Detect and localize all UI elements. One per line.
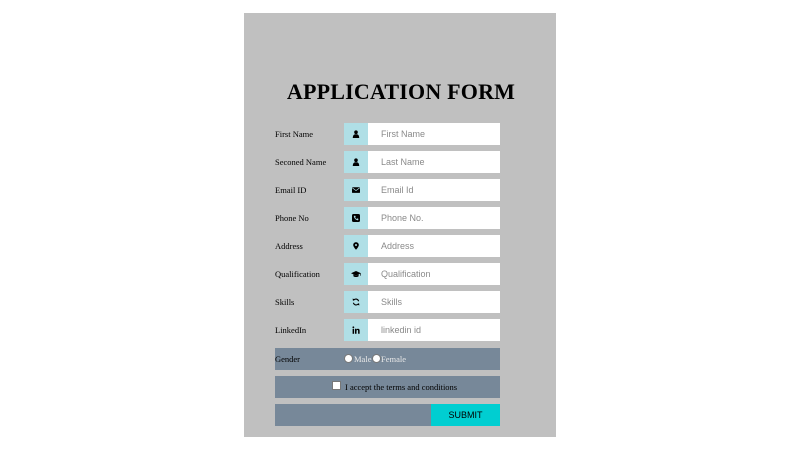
skills-input[interactable]: [368, 291, 500, 313]
user-icon: [344, 123, 368, 145]
second-name-label: Seconed Name: [275, 157, 327, 167]
refresh-icon: [344, 291, 368, 313]
submit-button[interactable]: SUBMIT: [431, 404, 500, 426]
first-name-input[interactable]: [368, 123, 500, 145]
phone-input[interactable]: [368, 207, 500, 229]
envelope-icon: [344, 179, 368, 201]
linkedin-row: LinkedIn: [275, 319, 500, 341]
qualification-input[interactable]: [368, 263, 500, 285]
graduation-cap-icon: [344, 263, 368, 285]
skills-label: Skills: [275, 297, 295, 307]
phone-row: Phone No: [275, 207, 500, 229]
first-name-row: First Name: [275, 123, 500, 145]
linkedin-label: LinkedIn: [275, 325, 307, 335]
linkedin-icon: [344, 319, 368, 341]
gender-male-radio[interactable]: [344, 354, 353, 363]
qualification-label: Qualification: [275, 269, 320, 279]
email-row: Email ID: [275, 179, 500, 201]
gender-female-label[interactable]: Female: [381, 348, 406, 370]
phone-icon: [344, 207, 368, 229]
submit-bar: SUBMIT: [275, 404, 500, 426]
form-title: APPLICATION FORM: [286, 79, 516, 104]
gender-label: Gender: [275, 354, 301, 364]
terms-checkbox[interactable]: [332, 381, 341, 390]
email-input[interactable]: [368, 179, 500, 201]
skills-row: Skills: [275, 291, 500, 313]
email-label: Email ID: [275, 185, 307, 195]
address-input[interactable]: [368, 235, 500, 257]
first-name-label: First Name: [275, 129, 314, 139]
gender-bar: Gender Male Female: [275, 348, 500, 370]
gender-female-radio[interactable]: [372, 354, 381, 363]
qualification-row: Qualification: [275, 263, 500, 285]
user-icon: [344, 151, 368, 173]
terms-bar: I accept the terms and conditions: [275, 376, 500, 398]
terms-label[interactable]: I accept the terms and conditions: [345, 376, 457, 398]
address-label: Address: [275, 241, 303, 251]
gender-male-label[interactable]: Male: [354, 348, 371, 370]
last-name-input[interactable]: [368, 151, 500, 173]
map-marker-icon: [344, 235, 368, 257]
linkedin-input[interactable]: [368, 319, 500, 341]
second-name-row: Seconed Name: [275, 151, 500, 173]
address-row: Address: [275, 235, 500, 257]
phone-label: Phone No: [275, 213, 309, 223]
